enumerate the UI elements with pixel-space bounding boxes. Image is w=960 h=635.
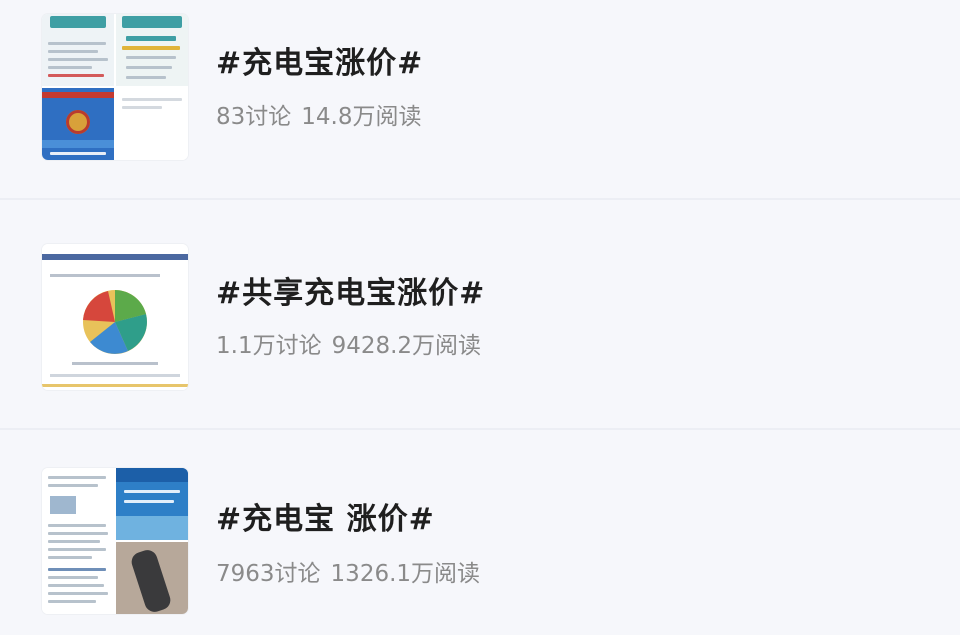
topic-list: #充电宝涨价# 83讨论 14.8万阅读 #共享充电宝涨价# 1.1万讨论 94…: [0, 0, 960, 635]
topic-stats: 83讨论 14.8万阅读: [216, 97, 422, 131]
topic-stats: 7963讨论 1326.1万阅读: [216, 554, 480, 588]
discussion-count: 83讨论: [216, 104, 292, 130]
topic-item[interactable]: #充电宝涨价# 83讨论 14.8万阅读: [0, 0, 960, 200]
topic-thumbnail: [42, 244, 188, 390]
pie-chart-image: [42, 244, 188, 390]
topic-item[interactable]: #共享充电宝涨价# 1.1万讨论 9428.2万阅读: [0, 200, 960, 430]
topic-title[interactable]: #共享充电宝涨价#: [216, 268, 485, 312]
screenshot-collage-image: [42, 14, 188, 160]
topic-title[interactable]: #充电宝 涨价#: [216, 494, 435, 538]
topic-stats: 1.1万讨论 9428.2万阅读: [216, 326, 481, 360]
discussion-count: 7963讨论: [216, 561, 321, 587]
topic-item[interactable]: #充电宝 涨价# 7963讨论 1326.1万阅读: [0, 430, 960, 635]
topic-thumbnail: [42, 468, 188, 614]
discussion-count: 1.1万讨论: [216, 333, 322, 359]
read-count: 14.8万阅读: [301, 104, 422, 130]
read-count: 9428.2万阅读: [331, 333, 482, 359]
topic-thumbnail: [42, 14, 188, 160]
read-count: 1326.1万阅读: [330, 561, 481, 587]
topic-title[interactable]: #充电宝涨价#: [216, 38, 423, 82]
